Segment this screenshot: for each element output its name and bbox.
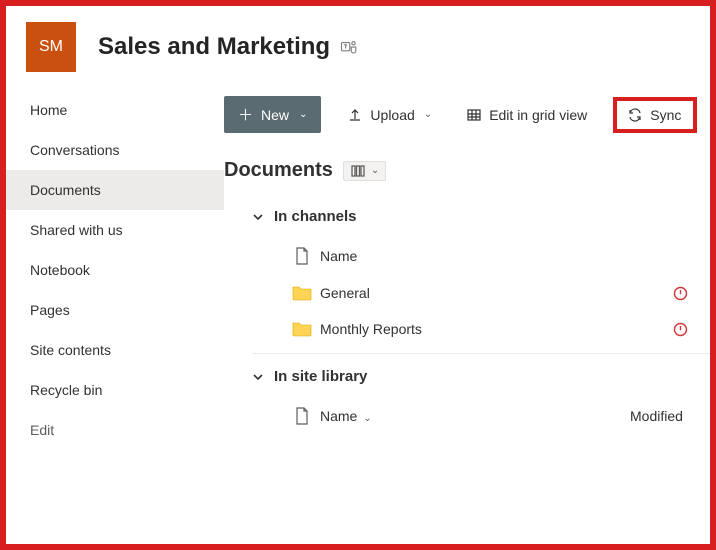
- row-name: General: [320, 285, 650, 301]
- error-icon: [673, 322, 688, 337]
- plus-icon: ＋: [238, 104, 253, 125]
- nav-label: Site contents: [30, 342, 111, 358]
- doctype-icon: [295, 247, 309, 265]
- nav-documents[interactable]: Documents: [6, 170, 224, 210]
- grid-icon: [466, 107, 482, 123]
- sync-button[interactable]: Sync: [623, 105, 685, 125]
- chevron-down-icon: ⌄: [371, 165, 379, 176]
- chevron-down-icon: ⌄: [299, 109, 307, 120]
- folder-icon: [292, 321, 312, 337]
- sync-icon: [627, 107, 643, 123]
- nav-recycle[interactable]: Recycle bin: [6, 370, 224, 410]
- sync-highlight-box: Sync: [613, 97, 697, 133]
- channels-column-header: Name: [224, 237, 710, 275]
- nav-conversations[interactable]: Conversations: [6, 130, 224, 170]
- section-divider: [252, 353, 710, 354]
- sidebar-nav: Home Conversations Documents Shared with…: [6, 84, 224, 544]
- error-icon: [673, 286, 688, 301]
- table-row[interactable]: Monthly Reports: [224, 311, 710, 347]
- teams-icon: [340, 38, 358, 56]
- row-name: Monthly Reports: [320, 321, 650, 337]
- nav-label: Documents: [30, 182, 101, 198]
- chevron-down-icon: [252, 211, 264, 223]
- site-title-text: Sales and Marketing: [98, 33, 330, 61]
- section-library-header[interactable]: In site library: [224, 360, 710, 397]
- col-name-header[interactable]: Name ⌄: [320, 408, 630, 424]
- nav-label: Recycle bin: [30, 382, 102, 398]
- nav-notebook[interactable]: Notebook: [6, 250, 224, 290]
- nav-home[interactable]: Home: [6, 90, 224, 130]
- site-header: SM Sales and Marketing: [6, 6, 710, 84]
- chevron-down-icon: [252, 371, 264, 383]
- grid-view-button[interactable]: Edit in grid view: [458, 101, 595, 129]
- view-selector[interactable]: ⌄: [343, 161, 386, 181]
- nav-label: Pages: [30, 302, 70, 318]
- library-column-header: Name ⌄ Modified: [224, 397, 710, 435]
- nav-pages[interactable]: Pages: [6, 290, 224, 330]
- folder-icon: [292, 285, 312, 301]
- site-tile: SM: [26, 22, 76, 72]
- section-channels-header[interactable]: In channels: [224, 200, 710, 237]
- section-library-title: In site library: [274, 368, 367, 385]
- site-tile-initials: SM: [39, 38, 63, 56]
- nav-label: Notebook: [30, 262, 90, 278]
- chevron-down-icon: ⌄: [424, 109, 432, 120]
- nav-edit-label: Edit: [30, 422, 54, 438]
- nav-contents[interactable]: Site contents: [6, 330, 224, 370]
- new-label: New: [261, 107, 289, 123]
- sync-label: Sync: [650, 107, 681, 123]
- upload-label: Upload: [370, 107, 414, 123]
- nav-label: Shared with us: [30, 222, 123, 238]
- upload-icon: [347, 107, 363, 123]
- table-row[interactable]: General: [224, 275, 710, 311]
- section-channels-title: In channels: [274, 208, 357, 225]
- main-content: ＋ New ⌄ Upload ⌄ Edit in grid v: [224, 84, 710, 544]
- grid-label: Edit in grid view: [489, 107, 587, 123]
- tiles-icon: [350, 164, 366, 178]
- new-button[interactable]: ＋ New ⌄: [224, 96, 321, 133]
- chevron-down-icon: ⌄: [363, 413, 371, 424]
- nav-edit[interactable]: Edit: [6, 410, 224, 450]
- col-name-header[interactable]: Name: [320, 248, 650, 264]
- page-title: Documents: [224, 159, 333, 182]
- nav-label: Home: [30, 102, 67, 118]
- page-title-row: Documents ⌄: [224, 149, 710, 200]
- col-modified-header[interactable]: Modified: [630, 408, 710, 424]
- nav-shared[interactable]: Shared with us: [6, 210, 224, 250]
- site-title: Sales and Marketing: [98, 33, 358, 61]
- doctype-icon: [295, 407, 309, 425]
- nav-label: Conversations: [30, 142, 120, 158]
- upload-button[interactable]: Upload ⌄: [339, 101, 440, 129]
- command-bar: ＋ New ⌄ Upload ⌄ Edit in grid v: [224, 90, 710, 149]
